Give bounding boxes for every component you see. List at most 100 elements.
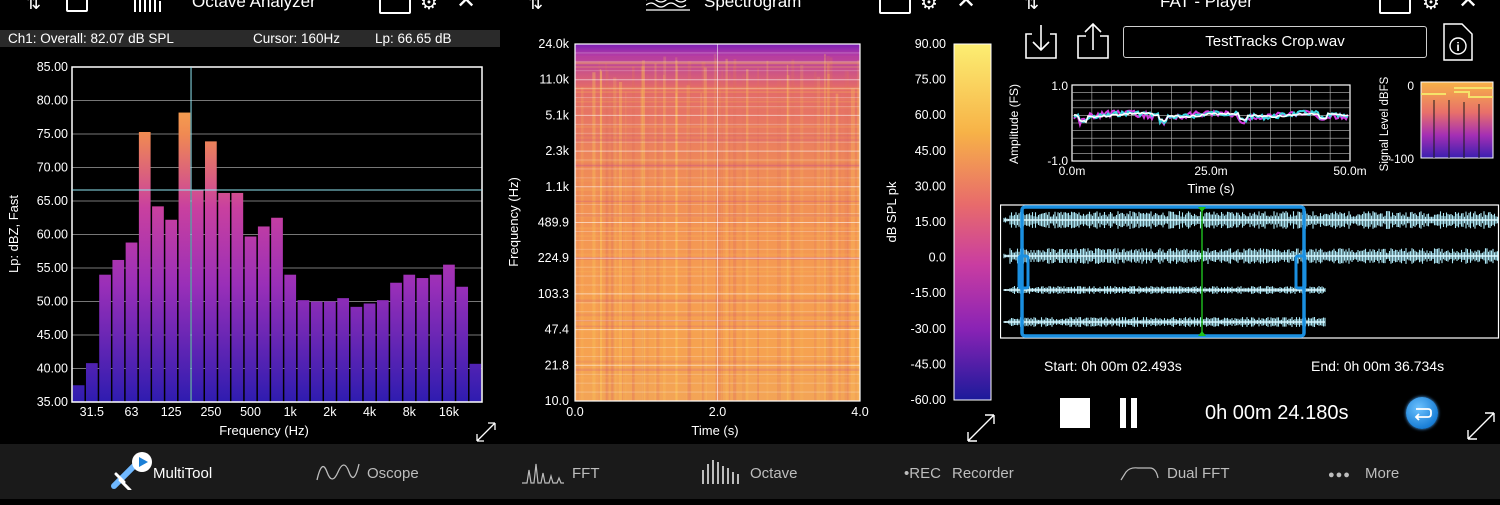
colorbar-tick-label: -60.00: [911, 393, 946, 407]
tab-label: Recorder: [952, 465, 1014, 482]
y-tick-label: 489.9: [538, 216, 569, 230]
fft-peaks-icon: [522, 463, 564, 484]
octave-bar: [337, 298, 349, 402]
spectral-streak: [646, 74, 649, 402]
expand-icon[interactable]: [965, 412, 997, 444]
y-tick-label: 75.00: [37, 127, 68, 141]
y-tick-label: 80.00: [37, 94, 68, 108]
meter-tick: 0: [1407, 79, 1414, 93]
octave-bar: [178, 112, 191, 402]
y-axis-label: Frequency (Hz): [506, 177, 521, 267]
y-tick-label: 5.1k: [545, 108, 569, 122]
octave-chart[interactable]: 85.00 80.00 75.00 70.00 65.00 60.00 55.00 50.00…: [0, 50, 500, 444]
gear-icon[interactable]: ⚙: [1422, 0, 1440, 13]
x-tick: 50.0m: [1333, 164, 1366, 178]
spectral-streak: [625, 91, 627, 401]
tab-label: More: [1365, 465, 1400, 482]
y-tick-label: 103.3: [538, 287, 569, 301]
pause-bar: [1120, 398, 1126, 428]
x-tick-label: 250: [200, 405, 221, 419]
octave-bar: [429, 274, 442, 402]
octave-bars-icon: [702, 460, 739, 484]
file-info-icon[interactable]: i: [1442, 22, 1474, 62]
close-icon[interactable]: ✕: [1458, 0, 1478, 13]
y-tick-label: 47.4: [545, 323, 569, 337]
octave-bar: [231, 192, 244, 402]
octave-bar: [456, 286, 469, 402]
colorbar-tick-label: 75.00: [915, 73, 946, 87]
y-tick-label: 70.00: [37, 161, 68, 175]
octave-bar: [443, 264, 455, 402]
tab-recorder[interactable]: •REC Recorder: [904, 444, 1014, 499]
octave-bar: [324, 301, 336, 402]
loop-button[interactable]: [1406, 397, 1438, 429]
oscope-wave-icon: [316, 463, 360, 481]
octave-bar: [469, 363, 482, 402]
spectral-streak: [725, 58, 728, 402]
signal-level-meter: Signal Level dBFS 0 -100: [1379, 76, 1494, 171]
octave-bar: [205, 141, 217, 402]
expand-icon[interactable]: [1465, 410, 1497, 442]
multitool-icon: [111, 452, 152, 490]
y-tick-label: 24.0k: [538, 37, 569, 51]
octave-bar: [85, 363, 98, 402]
tab-more[interactable]: ●●● More: [1328, 444, 1399, 499]
y-tick-label: 35.00: [37, 395, 68, 409]
colorbar-tick-label: 60.00: [915, 108, 946, 122]
channel-swap-icon[interactable]: ⇅: [26, 0, 41, 12]
spectrogram-chart[interactable]: 24.0k 11.0k 5.1k 2.3k 1.1k 489.9 224.9 103.3 47.…: [500, 0, 1000, 444]
spectrogram-panel: ⇅ Spectrogram ⚙ ✕ 24.0k 11.0k 5.1k 2.3k …: [500, 0, 1000, 444]
spectral-streak: [816, 76, 821, 402]
share-icon[interactable]: [1076, 22, 1110, 60]
y-tick-label: 11.0k: [539, 73, 569, 87]
y-tick-label: 1.1k: [545, 180, 569, 194]
dual-fft-icon: [1120, 467, 1159, 481]
file-name-field[interactable]: TestTracks Crop.wav: [1123, 26, 1427, 58]
y-tick-label: 21.8: [545, 358, 569, 372]
x-tick-label: 2.0: [709, 405, 726, 419]
spectral-streak: [604, 62, 608, 402]
meter-tick: -100: [1390, 152, 1414, 166]
overall-level: Ch1: Overall: 82.07 dB SPL: [8, 31, 174, 46]
download-icon[interactable]: [1024, 24, 1058, 60]
trace-icon[interactable]: [379, 0, 411, 14]
spectral-streak: [654, 63, 657, 402]
pause-button[interactable]: [1118, 398, 1148, 428]
channel-swap-icon[interactable]: ⇅: [1024, 0, 1039, 12]
gear-icon[interactable]: ⚙: [420, 0, 438, 13]
waveform-view[interactable]: [1000, 204, 1500, 340]
y-tick-label: 65.00: [37, 194, 68, 208]
trace-icon[interactable]: [1379, 0, 1411, 14]
spectral-streak: [703, 67, 707, 401]
cursor-readout: Cursor: 160Hz: [253, 31, 341, 46]
amplitude-chart[interactable]: 1.0 -1.0 0.0m 25.0m 50.0m Time (s) Ampli…: [1000, 76, 1380, 200]
expand-icon[interactable]: [474, 420, 498, 444]
x-tick-label: 0.0: [566, 405, 583, 419]
spectral-streak: [757, 68, 759, 402]
colorbar: [953, 43, 992, 401]
octave-bar: [218, 192, 230, 402]
octave-bars-icon: [134, 0, 161, 12]
y-tick-label: 85.00: [37, 60, 68, 74]
x-tick-label: 4k: [363, 405, 377, 419]
stop-button[interactable]: [1060, 398, 1090, 428]
close-icon[interactable]: ✕: [456, 0, 476, 13]
spectral-streak: [742, 73, 746, 401]
octave-bar: [403, 274, 416, 402]
octave-bar: [165, 219, 178, 402]
more-dots-icon: ●●●: [1328, 469, 1351, 481]
octave-bar: [376, 300, 389, 402]
spectral-streak: [721, 69, 723, 401]
octave-bar: [72, 385, 85, 402]
waveform-icon[interactable]: [66, 0, 88, 12]
y-tick-label: 55.00: [37, 261, 68, 275]
colorbar-tick-label: 30.00: [915, 179, 946, 193]
pause-bar: [1131, 398, 1137, 428]
loop-icon: [1414, 408, 1432, 421]
tab-label: Octave: [750, 465, 798, 482]
svg-text:i: i: [1456, 40, 1459, 54]
x-axis-label: Time (s): [691, 423, 738, 438]
x-axis-label: Time (s): [1187, 181, 1234, 196]
octave-bar: [310, 301, 323, 402]
x-tick-label: 16k: [439, 405, 460, 419]
